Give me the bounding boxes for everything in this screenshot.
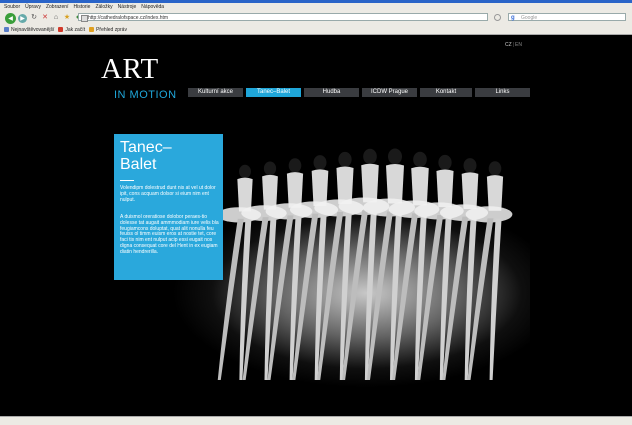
dancer-head bbox=[239, 164, 251, 179]
main-nav: Kulturní akce Tanec–Balet Hudba ICDW Pra… bbox=[188, 88, 530, 97]
menu-view[interactable]: Zobrazení bbox=[46, 3, 69, 12]
dancer-torso bbox=[237, 177, 253, 212]
nav-icdw-prague[interactable]: ICDW Prague bbox=[362, 88, 417, 97]
bookmark-star-icon[interactable]: ★ bbox=[63, 14, 71, 22]
bookmark-icon bbox=[58, 27, 64, 32]
dancer-torso bbox=[361, 163, 379, 203]
nav-kontakt[interactable]: Kontakt bbox=[420, 88, 472, 97]
nav-hudba[interactable]: Hudba bbox=[304, 88, 359, 97]
menu-help[interactable]: Nápověda bbox=[141, 3, 164, 12]
bookmark-news[interactable]: Přehled zpráv bbox=[89, 27, 127, 33]
stop-icon[interactable]: ✕ bbox=[41, 14, 49, 22]
search-input[interactable]: g Google bbox=[508, 13, 626, 21]
menu-tools[interactable]: Nástroje bbox=[118, 3, 137, 12]
menu-bookmarks[interactable]: Záložky bbox=[95, 3, 112, 12]
dancer-silhouettes bbox=[216, 148, 513, 380]
section-card: Tanec– Balet Volendipm dolestrud dunt nis… bbox=[114, 134, 223, 280]
menu-edit[interactable]: Úpravy bbox=[25, 3, 41, 12]
url-text: http://cathedralofspace.cz/index.htm bbox=[88, 15, 169, 21]
rss-feed-icon bbox=[89, 27, 95, 32]
dancer-head bbox=[438, 154, 452, 171]
bookmark-most-visited[interactable]: Nejnavštěvovanější bbox=[4, 27, 54, 33]
dancer-torso bbox=[411, 166, 429, 206]
dancer-head bbox=[288, 158, 302, 173]
body-paragraph: A duismol oreratiose dolobor peraes-tio … bbox=[120, 214, 219, 255]
arrow-left-icon: ◀ bbox=[8, 15, 13, 22]
back-button[interactable]: ◀ bbox=[5, 12, 16, 24]
dancer-torso bbox=[286, 172, 304, 208]
search-placeholder: Google bbox=[521, 15, 538, 21]
dancer-figure bbox=[216, 164, 262, 380]
forward-button[interactable]: ▶ bbox=[18, 13, 27, 23]
section-title: Tanec– Balet bbox=[120, 139, 172, 173]
nav-tanec-balet[interactable]: Tanec–Balet bbox=[246, 88, 301, 97]
title-divider bbox=[120, 180, 134, 181]
reload-icon[interactable]: ↻ bbox=[30, 14, 38, 22]
favicon-icon bbox=[81, 15, 88, 22]
browser-chrome: Soubor Úpravy Zobrazení Historie Záložky… bbox=[0, 0, 632, 35]
dancer-torso bbox=[461, 172, 479, 209]
language-switcher: CZ|EN bbox=[505, 42, 522, 48]
nav-links[interactable]: Links bbox=[475, 88, 530, 97]
dancer-head bbox=[413, 151, 427, 168]
dancer-torso bbox=[386, 164, 404, 204]
dancer-head bbox=[463, 158, 477, 173]
lang-en-link[interactable]: EN bbox=[515, 42, 522, 48]
dancer-head bbox=[313, 155, 327, 170]
dancer-head bbox=[388, 148, 402, 165]
intro-paragraph: Volendipm dolestrud dunt nis at vel ut d… bbox=[120, 185, 216, 203]
menu-file[interactable]: Soubor bbox=[4, 3, 20, 12]
dancer-head bbox=[488, 161, 502, 176]
dancer-torso bbox=[311, 169, 329, 206]
dancer-head bbox=[263, 161, 277, 176]
logo-art[interactable]: ART bbox=[101, 54, 159, 84]
rss-icon[interactable] bbox=[494, 14, 501, 21]
dancer-torso bbox=[486, 175, 504, 211]
logo-subtitle[interactable]: IN MOTION bbox=[114, 89, 177, 101]
bookmark-getting-started[interactable]: Jak začít bbox=[58, 27, 85, 33]
dancer-torso bbox=[436, 169, 454, 208]
dancer-head bbox=[338, 151, 352, 168]
menu-history[interactable]: Historie bbox=[73, 3, 90, 12]
browser-menubar: Soubor Úpravy Zobrazení Historie Záložky… bbox=[0, 3, 632, 12]
google-icon: g bbox=[511, 15, 515, 21]
home-icon[interactable]: ⌂ bbox=[52, 14, 60, 22]
dancer-torso bbox=[262, 174, 278, 210]
bookmark-icon bbox=[4, 27, 9, 32]
nav-kulturni-akce[interactable]: Kulturní akce bbox=[188, 88, 243, 97]
bookmarks-toolbar: Nejnavštěvovanější Jak začít Přehled zpr… bbox=[0, 25, 632, 34]
web-page: CZ|EN ART IN MOTION Kulturní akce Tanec–… bbox=[0, 35, 632, 416]
dancer-leg bbox=[489, 218, 502, 380]
dancer-head bbox=[363, 148, 377, 165]
arrow-right-icon: ▶ bbox=[20, 15, 25, 22]
lang-cz-link[interactable]: CZ bbox=[505, 42, 512, 48]
url-bar[interactable]: http://cathedralofspace.cz/index.htm bbox=[78, 13, 488, 22]
dancer-torso bbox=[336, 166, 354, 205]
